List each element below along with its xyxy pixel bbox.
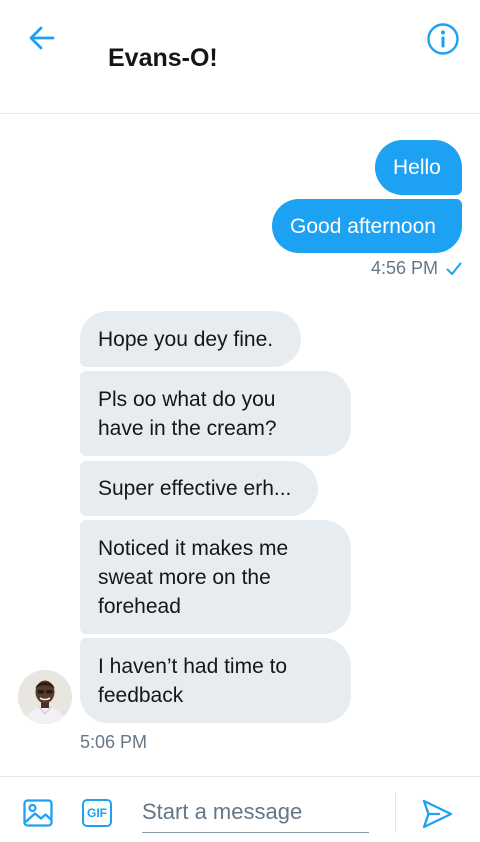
incoming-timestamp: 5:06 PM <box>80 732 148 752</box>
incoming-message[interactable]: Pls oo what do you have in the cream? <box>80 371 351 456</box>
incoming-message[interactable]: Hope you dey fine. <box>80 311 301 367</box>
incoming-message[interactable]: Super effective erh... <box>80 461 318 516</box>
conversation-header: Evans-O! <box>0 0 480 114</box>
gif-button[interactable]: GIF <box>82 799 112 827</box>
image-icon[interactable] <box>22 797 54 829</box>
message-input[interactable] <box>142 791 369 833</box>
avatar-image <box>18 670 72 724</box>
info-icon[interactable] <box>426 22 460 56</box>
composer-divider <box>395 793 396 833</box>
outgoing-message[interactable]: Hello <box>375 140 462 195</box>
outgoing-timestamp: 4:56 PM <box>371 258 462 279</box>
outgoing-message[interactable]: Good afternoon <box>272 199 462 253</box>
check-icon <box>446 262 462 275</box>
arrow-left-icon[interactable] <box>26 22 58 54</box>
avatar[interactable] <box>18 670 72 724</box>
conversation-title: Evans-O! <box>108 44 218 72</box>
send-icon[interactable] <box>420 797 454 831</box>
incoming-message[interactable]: I haven’t had time to feedback <box>80 638 351 723</box>
message-composer: GIF <box>0 776 480 842</box>
incoming-message[interactable]: Noticed it makes me sweat more on the fo… <box>80 520 351 634</box>
